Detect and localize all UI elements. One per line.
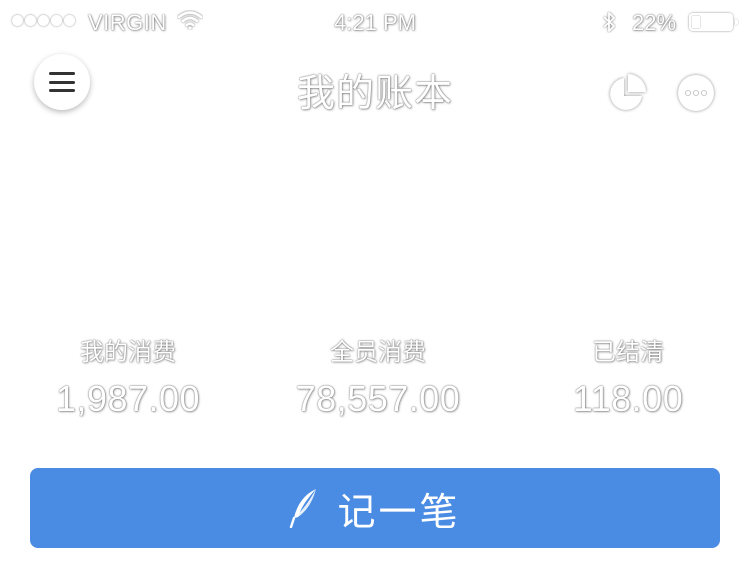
status-bar: VIRGIN 4:21 PM 22%	[0, 0, 750, 44]
bluetooth-icon	[603, 12, 615, 32]
pie-chart-icon[interactable]	[604, 70, 650, 116]
settled-stat: 已结清 118.00	[503, 336, 750, 420]
my-spending-stat: 我的消费 1,987.00	[3, 336, 253, 420]
battery-level	[692, 16, 700, 28]
battery-nub	[735, 19, 738, 25]
feather-icon	[290, 489, 317, 528]
all-spending-value: 78,557.00	[295, 378, 461, 419]
all-spending-stat: 全员消费 78,557.00	[253, 336, 503, 420]
add-record-label: 记一笔	[337, 491, 461, 534]
settled-value: 118.00	[572, 378, 684, 419]
my-spending-value: 1,987.00	[55, 378, 201, 419]
battery-icon	[689, 13, 738, 31]
all-spending-label: 全员消费	[330, 339, 426, 366]
spending-summary: 我的消费 1,987.00 全员消费 78,557.00 已结清 118.00	[0, 336, 750, 426]
my-spending-label: 我的消费	[80, 339, 176, 366]
battery-percent: 22%	[632, 10, 677, 35]
add-record-button[interactable]: 记一笔	[30, 468, 720, 548]
settled-label: 已结清	[592, 339, 664, 366]
more-icon[interactable]	[673, 70, 719, 116]
